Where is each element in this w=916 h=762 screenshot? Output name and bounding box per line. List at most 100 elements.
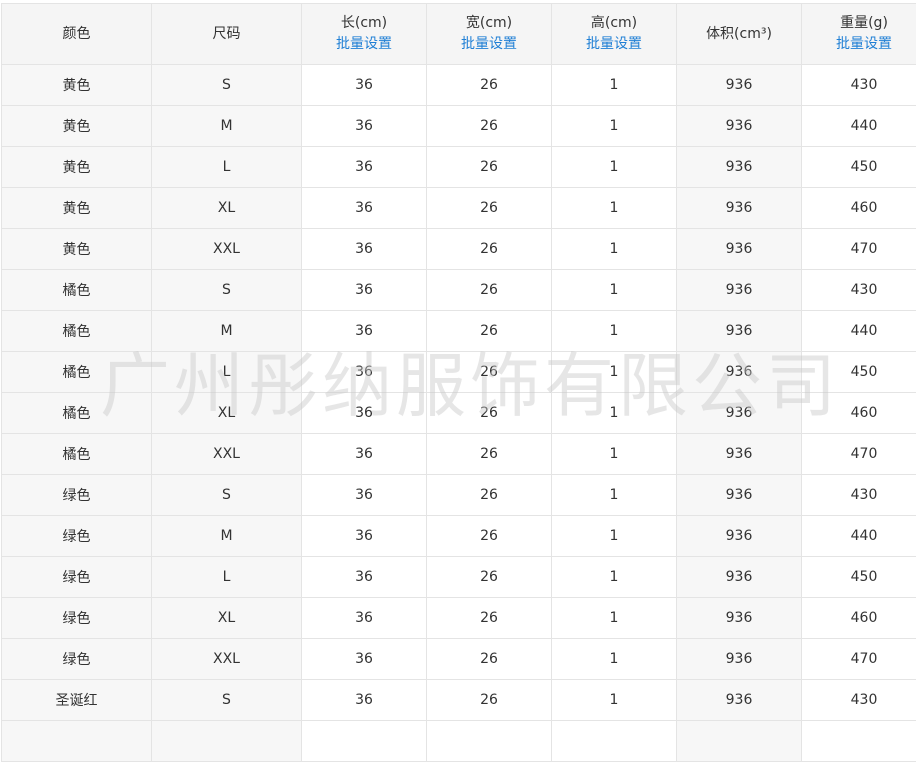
width-cell[interactable]: 26: [427, 434, 552, 475]
color-cell: 圣诞红: [2, 680, 152, 721]
length-cell[interactable]: 36: [302, 147, 427, 188]
length-cell[interactable]: 36: [302, 65, 427, 106]
batch-set-weight-link[interactable]: 批量设置: [802, 33, 916, 55]
width-cell[interactable]: 26: [427, 680, 552, 721]
height-cell[interactable]: 1: [552, 475, 677, 516]
width-cell[interactable]: 26: [427, 393, 552, 434]
weight-cell[interactable]: 450: [802, 557, 916, 598]
width-cell[interactable]: 26: [427, 475, 552, 516]
height-cell[interactable]: 1: [552, 106, 677, 147]
width-cell[interactable]: 26: [427, 557, 552, 598]
width-cell[interactable]: 26: [427, 229, 552, 270]
header-volume: 体积(cm³): [677, 4, 802, 65]
size-cell: XL: [152, 393, 302, 434]
weight-cell[interactable]: 430: [802, 270, 916, 311]
volume-cell: 936: [677, 65, 802, 106]
table-row: 绿色L36261936450: [2, 557, 916, 598]
height-cell[interactable]: 1: [552, 311, 677, 352]
height-cell[interactable]: 1: [552, 434, 677, 475]
weight-cell[interactable]: 460: [802, 188, 916, 229]
weight-cell[interactable]: 460: [802, 598, 916, 639]
weight-cell[interactable]: 440: [802, 516, 916, 557]
volume-cell: 936: [677, 475, 802, 516]
volume-cell: 936: [677, 557, 802, 598]
batch-set-height-link[interactable]: 批量设置: [552, 33, 676, 55]
width-cell[interactable]: 26: [427, 516, 552, 557]
length-cell[interactable]: 36: [302, 188, 427, 229]
weight-cell[interactable]: 430: [802, 475, 916, 516]
length-cell[interactable]: 36: [302, 229, 427, 270]
weight-cell[interactable]: 470: [802, 229, 916, 270]
size-cell: M: [152, 106, 302, 147]
size-cell: XXL: [152, 434, 302, 475]
volume-cell: 936: [677, 434, 802, 475]
height-cell[interactable]: 1: [552, 393, 677, 434]
weight-cell[interactable]: 470: [802, 639, 916, 680]
length-cell[interactable]: 36: [302, 516, 427, 557]
height-cell[interactable]: 1: [552, 598, 677, 639]
volume-cell: [677, 721, 802, 762]
height-cell[interactable]: 1: [552, 229, 677, 270]
header-label: 高(cm): [552, 13, 676, 33]
height-cell[interactable]: 1: [552, 352, 677, 393]
weight-cell[interactable]: 450: [802, 352, 916, 393]
size-cell: S: [152, 475, 302, 516]
width-cell[interactable]: 26: [427, 106, 552, 147]
weight-cell[interactable]: 440: [802, 311, 916, 352]
size-cell: [152, 721, 302, 762]
length-cell[interactable]: [302, 721, 427, 762]
length-cell[interactable]: 36: [302, 311, 427, 352]
size-cell: XXL: [152, 639, 302, 680]
size-cell: L: [152, 147, 302, 188]
batch-set-length-link[interactable]: 批量设置: [302, 33, 426, 55]
height-cell[interactable]: 1: [552, 516, 677, 557]
length-cell[interactable]: 36: [302, 557, 427, 598]
height-cell[interactable]: 1: [552, 557, 677, 598]
color-cell: 绿色: [2, 598, 152, 639]
weight-cell[interactable]: 440: [802, 106, 916, 147]
weight-cell[interactable]: 470: [802, 434, 916, 475]
length-cell[interactable]: 36: [302, 680, 427, 721]
width-cell[interactable]: [427, 721, 552, 762]
height-cell[interactable]: 1: [552, 65, 677, 106]
length-cell[interactable]: 36: [302, 475, 427, 516]
height-cell[interactable]: 1: [552, 147, 677, 188]
width-cell[interactable]: 26: [427, 639, 552, 680]
volume-cell: 936: [677, 393, 802, 434]
height-cell[interactable]: 1: [552, 270, 677, 311]
table-header-row: 颜色 尺码 长(cm) 批量设置 宽(cm) 批量设置 高(cm) 批量设置 体…: [2, 4, 916, 65]
length-cell[interactable]: 36: [302, 106, 427, 147]
length-cell[interactable]: 36: [302, 598, 427, 639]
weight-cell[interactable]: [802, 721, 916, 762]
width-cell[interactable]: 26: [427, 147, 552, 188]
length-cell[interactable]: 36: [302, 639, 427, 680]
length-cell[interactable]: 36: [302, 270, 427, 311]
table-row: 黄色L36261936450: [2, 147, 916, 188]
volume-cell: 936: [677, 106, 802, 147]
table-row: 绿色XL36261936460: [2, 598, 916, 639]
color-cell: 黄色: [2, 106, 152, 147]
width-cell[interactable]: 26: [427, 65, 552, 106]
batch-set-width-link[interactable]: 批量设置: [427, 33, 551, 55]
length-cell[interactable]: 36: [302, 393, 427, 434]
length-cell[interactable]: 36: [302, 352, 427, 393]
width-cell[interactable]: 26: [427, 352, 552, 393]
table-row: [2, 721, 916, 762]
table-row: 黄色XL36261936460: [2, 188, 916, 229]
height-cell[interactable]: 1: [552, 639, 677, 680]
size-cell: S: [152, 65, 302, 106]
length-cell[interactable]: 36: [302, 434, 427, 475]
height-cell[interactable]: [552, 721, 677, 762]
height-cell[interactable]: 1: [552, 188, 677, 229]
height-cell[interactable]: 1: [552, 680, 677, 721]
table-row: 橘色XXL36261936470: [2, 434, 916, 475]
width-cell[interactable]: 26: [427, 270, 552, 311]
color-cell: 绿色: [2, 516, 152, 557]
width-cell[interactable]: 26: [427, 188, 552, 229]
width-cell[interactable]: 26: [427, 598, 552, 639]
weight-cell[interactable]: 450: [802, 147, 916, 188]
weight-cell[interactable]: 430: [802, 680, 916, 721]
weight-cell[interactable]: 460: [802, 393, 916, 434]
width-cell[interactable]: 26: [427, 311, 552, 352]
weight-cell[interactable]: 430: [802, 65, 916, 106]
